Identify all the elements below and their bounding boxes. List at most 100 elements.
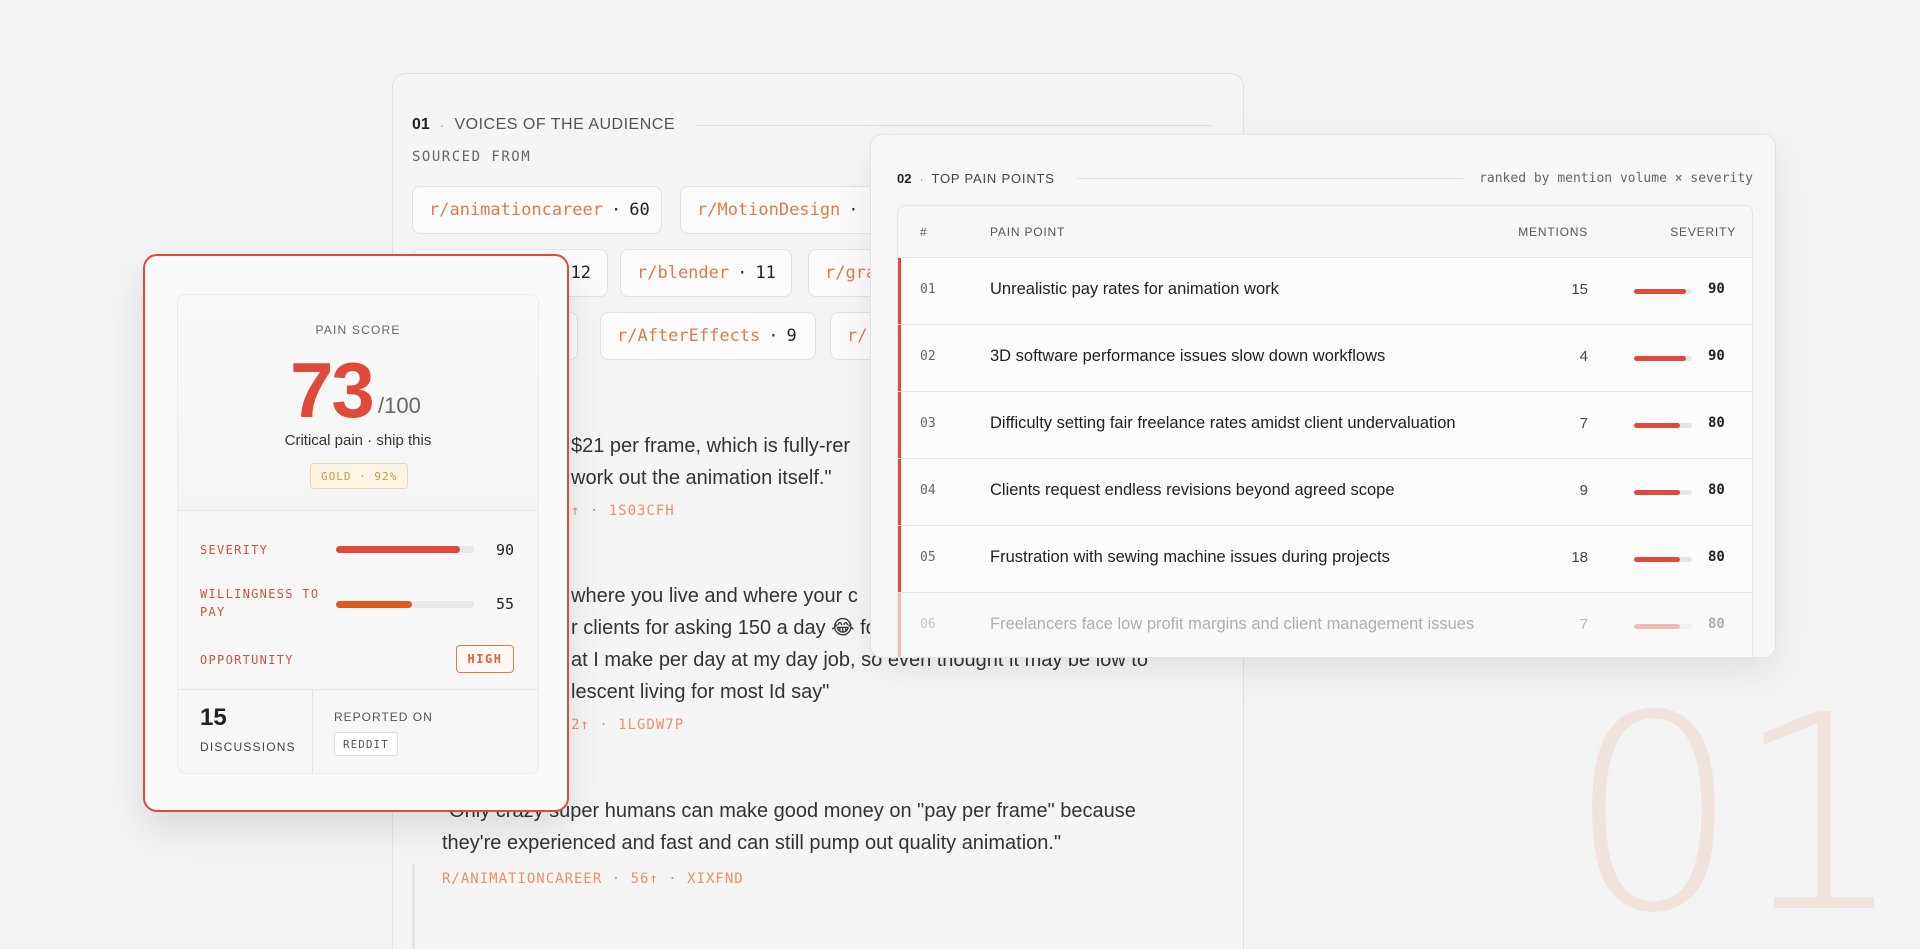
score-footer: 15 DISCUSSIONS REPORTED ON REDDIT	[178, 689, 538, 773]
mentions-count: 9	[1579, 482, 1588, 499]
chip-count: 60	[629, 200, 650, 220]
row-accent	[898, 593, 901, 657]
pain-point-text: Clients request endless revisions beyond…	[990, 481, 1395, 499]
severity-bar	[1634, 423, 1692, 428]
severity-bar-fill	[1634, 356, 1687, 361]
chip-subreddit: r/gra	[825, 263, 877, 283]
severity-bar	[336, 546, 474, 553]
chip-subreddit: r/MotionDesign	[697, 200, 841, 220]
column-header-number: #	[920, 225, 928, 239]
chip-subreddit: r/blender	[637, 263, 730, 283]
pain-point-text: Freelancers face low profit margins and …	[990, 615, 1475, 633]
pain-point-text: 3D software performance issues slow down…	[990, 347, 1386, 365]
chip-subreddit: r/AfterEffects	[617, 326, 761, 346]
source-badge: REDDIT	[334, 732, 398, 756]
row-index: 06	[920, 617, 936, 632]
column-header-severity: SEVERITY	[1670, 225, 1736, 239]
row-index: 02	[920, 349, 936, 364]
mentions-count: 18	[1571, 549, 1588, 566]
column-header-pain-point: PAIN POINT	[990, 225, 1066, 239]
severity-bar-fill	[1634, 557, 1681, 562]
chip-subreddit: r/animationcareer	[429, 200, 603, 220]
chip-count: 9	[786, 326, 797, 346]
row-index: 03	[920, 416, 936, 431]
subreddit-chip[interactable]: r/AfterEffects · 9	[600, 312, 816, 360]
mentions-count: 7	[1579, 616, 1588, 633]
section-title: VOICES OF THE AUDIENCE	[454, 116, 675, 133]
section-watermark: 01	[1568, 657, 1906, 949]
row-accent	[898, 526, 901, 592]
table-row[interactable]: 04 Clients request endless revisions bey…	[898, 459, 1752, 526]
chip-count: 11	[755, 263, 776, 283]
reported-on-label: REPORTED ON	[334, 710, 433, 724]
severity-value: 80	[1708, 616, 1725, 632]
row-accent	[898, 258, 901, 324]
row-index: 05	[920, 550, 936, 565]
willingness-to-pay-bar	[336, 601, 474, 608]
row-accent	[898, 325, 901, 391]
severity-bar	[1634, 490, 1692, 495]
row-accent	[898, 459, 901, 525]
severity-bar	[1634, 557, 1692, 562]
pain-section-header: 02 · TOP PAIN POINTS ranked by mention v…	[897, 171, 1753, 186]
section-separator: ·	[439, 117, 445, 133]
severity-value: 90	[496, 541, 515, 559]
willingness-to-pay-bar-fill	[336, 601, 412, 608]
severity-value: 80	[1708, 415, 1725, 431]
quote-meta: ↑ · 1S03CFH	[571, 503, 675, 519]
quote-accent-bar	[412, 864, 415, 949]
pain-score-card: PAIN SCORE 73 /100 Critical pain · ship …	[143, 254, 569, 812]
pain-point-text: Difficulty setting fair freelance rates …	[990, 414, 1456, 432]
pain-score-inner: PAIN SCORE 73 /100 Critical pain · ship …	[177, 294, 539, 774]
table-row[interactable]: 06 Freelancers face low profit margins a…	[898, 593, 1752, 657]
severity-bar-fill	[1634, 490, 1681, 495]
chip-subreddit: r/	[847, 326, 868, 346]
table-row[interactable]: 01 Unrealistic pay rates for animation w…	[898, 258, 1752, 325]
severity-value: 90	[1708, 348, 1725, 364]
score-summary: PAIN SCORE 73 /100 Critical pain · ship …	[178, 295, 538, 511]
severity-label: SEVERITY	[200, 543, 269, 557]
voices-section-header: 01 · VOICES OF THE AUDIENCE	[412, 116, 1212, 134]
row-index: 04	[920, 483, 936, 498]
opportunity-badge: HIGH	[456, 645, 514, 673]
severity-bar	[1634, 356, 1692, 361]
mentions-count: 4	[1579, 348, 1588, 365]
sourced-from-label: SOURCED FROM	[412, 149, 532, 165]
quote-line: lescent living for most Id say"	[571, 681, 830, 703]
severity-value: 80	[1708, 482, 1725, 498]
header-divider	[697, 124, 1212, 126]
footer-divider	[312, 690, 313, 773]
chip-count: 12	[570, 263, 591, 283]
severity-bar-fill	[1634, 423, 1681, 428]
pain-score-value: 73	[290, 346, 375, 434]
pain-point-text: Frustration with sewing machine issues d…	[990, 548, 1390, 566]
severity-bar-fill	[336, 546, 461, 553]
severity-value: 80	[1708, 549, 1725, 565]
severity-bar-fill	[1634, 289, 1687, 294]
mentions-count: 15	[1571, 281, 1588, 298]
column-header-mentions: MENTIONS	[1518, 225, 1588, 239]
opportunity-label: OPPORTUNITY	[200, 653, 294, 667]
section-separator: ·	[919, 171, 924, 186]
table-row[interactable]: 03 Difficulty setting fair freelance rat…	[898, 392, 1752, 459]
discussions-label: DISCUSSIONS	[200, 740, 296, 754]
table-row[interactable]: 05 Frustration with sewing machine issue…	[898, 526, 1752, 593]
quote-line: they're experienced and fast and can sti…	[442, 832, 1062, 854]
section-title: TOP PAIN POINTS	[931, 171, 1055, 186]
pain-score-max: /100	[378, 393, 421, 418]
subreddit-chip[interactable]: r/blender · 11	[620, 249, 792, 297]
ranking-note: ranked by mention volume × severity	[1479, 171, 1753, 186]
top-pain-points-panel: 02 · TOP PAIN POINTS ranked by mention v…	[870, 134, 1776, 658]
quote-meta: 2↑ · 1LGDW7P	[571, 717, 685, 733]
score-verdict: Critical pain · ship this	[284, 432, 432, 449]
row-accent	[898, 392, 901, 458]
discussions-count: 15	[200, 704, 227, 731]
subreddit-chip[interactable]: r/MotionDesign ·	[680, 186, 900, 234]
subreddit-chip[interactable]: r/animationcareer · 60	[412, 186, 662, 234]
willingness-to-pay-value: 55	[496, 595, 515, 613]
section-number: 01	[412, 116, 430, 133]
quote-meta: R/ANIMATIONCAREER · 56↑ · XIXFND	[442, 871, 744, 887]
section-number: 02	[897, 171, 912, 186]
table-row[interactable]: 02 3D software performance issues slow d…	[898, 325, 1752, 392]
header-divider	[1076, 178, 1464, 179]
